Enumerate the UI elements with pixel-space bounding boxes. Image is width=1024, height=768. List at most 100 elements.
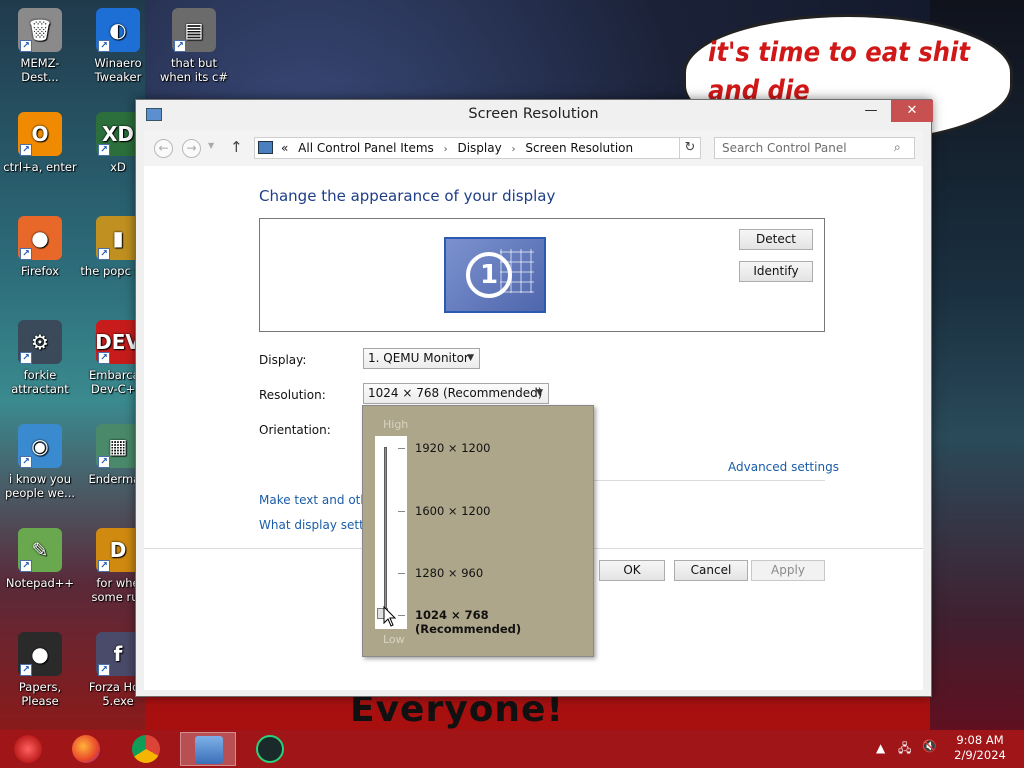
shortcut-arrow-icon: ↗ [98, 456, 110, 468]
desktop-icon-label: Papers, Please [18, 680, 62, 708]
clock-date: 2/9/2024 [954, 748, 1006, 762]
detect-button[interactable]: Detect [739, 229, 813, 250]
desktop-icon[interactable]: ✎ ↗ Notepad++ [2, 528, 78, 590]
u-app-icon [256, 735, 284, 763]
apply-button[interactable]: Apply [751, 560, 825, 581]
taskbar-firefox[interactable] [58, 732, 114, 766]
title-bar[interactable]: Screen Resolution — ✕ [136, 100, 933, 130]
desktop-icon[interactable]: O ↗ ctrl+a, enter [2, 112, 78, 174]
shortcut-icon: ▮ ↗ [96, 216, 140, 260]
resolution-option[interactable]: 1600 × 1200 [415, 504, 490, 518]
close-button[interactable]: ✕ [891, 100, 933, 122]
page-title: Change the appearance of your display [259, 187, 556, 205]
display-select-value: 1. QEMU Monitor [368, 351, 469, 365]
shortcut-arrow-icon: ↗ [174, 40, 186, 52]
breadcrumb-prefix[interactable]: « [281, 141, 288, 155]
breadcrumb-all-items[interactable]: All Control Panel Items [298, 141, 434, 155]
clock[interactable]: 9:08 AM 2/9/2024 [945, 733, 1015, 763]
shortcut-arrow-icon: ↗ [20, 248, 32, 260]
search-input[interactable]: Search Control Panel [714, 137, 915, 159]
chevron-right-icon: › [443, 144, 448, 155]
up-button[interactable]: ↑ [230, 138, 243, 156]
shortcut-icon: ⚙ ↗ [18, 320, 62, 364]
desktop-icon[interactable]: 🗑 ↗ MEMZ-Dest... [2, 8, 78, 84]
mouse-pointer-icon [383, 606, 397, 627]
control-panel-icon [195, 736, 223, 764]
shortcut-icon: f ↗ [96, 632, 140, 676]
desktop-icon-label: i know you people we... [4, 472, 76, 500]
shortcut-arrow-icon: ↗ [98, 248, 110, 260]
resolution-select[interactable]: 1024 × 768 (Recommended) ▼ [363, 383, 549, 404]
ok-button[interactable]: OK [599, 560, 665, 581]
shortcut-arrow-icon: ↗ [98, 40, 110, 52]
shortcut-icon: ● ↗ [18, 632, 62, 676]
resolution-option[interactable]: 1280 × 960 [415, 566, 483, 580]
resolution-option-selected[interactable]: 1024 × 768 (Recommended) [415, 608, 593, 636]
taskbar-app-u[interactable] [242, 732, 298, 766]
back-button[interactable]: ← [154, 139, 173, 158]
identify-button[interactable]: Identify [739, 261, 813, 282]
taskbar-control-panel[interactable] [180, 732, 236, 766]
desktop-icon[interactable]: ● ↗ Firefox [2, 216, 78, 278]
refresh-button[interactable]: ↻ [679, 137, 701, 159]
desktop-icon-label: that but when its c# [159, 56, 229, 84]
search-icon[interactable]: ⌕ [894, 140, 901, 155]
taskbar: ▲ 🖧 🔇 9:08 AM 2/9/2024 [0, 730, 1024, 768]
volume-muted-icon[interactable]: 🔇 [922, 739, 937, 753]
breadcrumb-display[interactable]: Display [457, 141, 501, 155]
desktop-icon-label: ctrl+a, enter [3, 160, 77, 174]
slider-high-label: High [383, 418, 409, 431]
taskbar-chrome[interactable] [118, 732, 174, 766]
shortcut-arrow-icon: ↗ [20, 664, 32, 676]
show-hidden-icons-icon[interactable]: ▲ [876, 741, 885, 755]
address-bar[interactable]: « All Control Panel Items › Display › Sc… [254, 137, 700, 159]
shortcut-icon: ▦ ↗ [96, 424, 140, 468]
slider-tick [398, 615, 405, 616]
desktop-icon[interactable]: ◉ ↗ i know you people we... [2, 424, 78, 500]
desktop-icon[interactable]: ● ↗ Papers, Please [2, 632, 78, 708]
start-orb-icon [14, 735, 42, 763]
resolution-slider-popup: High 1920 × 1200 1600 × 1200 1280 × 960 … [362, 405, 594, 657]
chevron-down-icon: ▼ [536, 388, 543, 398]
shortcut-arrow-icon: ↗ [98, 352, 110, 364]
shortcut-icon: O ↗ [18, 112, 62, 156]
shortcut-icon: ◐ ↗ [96, 8, 140, 52]
display-select[interactable]: 1. QEMU Monitor ▼ [363, 348, 480, 369]
slider-tick [398, 448, 405, 449]
slider-tick [398, 573, 405, 574]
desktop-icon-label: Notepad++ [5, 576, 75, 590]
chevron-down-icon: ▼ [467, 353, 474, 363]
desktop-icon[interactable]: ▤ ↗ that but when its c# [156, 8, 232, 84]
desktop-icon[interactable]: ◐ ↗ Winaero Tweaker [80, 8, 156, 84]
maximize-button[interactable] [864, 100, 894, 122]
shortcut-arrow-icon: ↗ [20, 144, 32, 156]
cancel-button[interactable]: Cancel [674, 560, 748, 581]
start-button[interactable] [0, 732, 56, 766]
resolution-slider-track[interactable] [384, 447, 387, 615]
shortcut-icon: DEV ↗ [95, 320, 141, 364]
shortcut-arrow-icon: ↗ [20, 40, 32, 52]
shortcut-arrow-icon: ↗ [20, 352, 32, 364]
firefox-icon [72, 735, 100, 763]
shortcut-icon: ✎ ↗ [18, 528, 62, 572]
desktop-icon-label: MEMZ-Dest... [20, 56, 60, 84]
forward-button[interactable]: → [182, 139, 201, 158]
shortcut-arrow-icon: ↗ [98, 664, 110, 676]
clock-time: 9:08 AM [956, 733, 1004, 747]
network-icon[interactable]: 🖧 [898, 739, 911, 760]
shortcut-icon: 🗑 ↗ [18, 8, 62, 52]
recent-pages-chevron-icon[interactable]: ▼ [208, 141, 214, 150]
chevron-right-icon: › [511, 144, 516, 155]
monitor-preview-area: 1 Detect Identify [259, 218, 825, 332]
shortcut-arrow-icon: ↗ [20, 456, 32, 468]
resolution-select-value: 1024 × 768 (Recommended) [368, 386, 543, 400]
breadcrumb: « All Control Panel Items › Display › Sc… [281, 138, 633, 160]
desktop-icon[interactable]: ⚙ ↗ forkie attractant [2, 320, 78, 396]
monitor-1-tile[interactable]: 1 [444, 237, 546, 313]
shortcut-arrow-icon: ↗ [20, 560, 32, 572]
resolution-option[interactable]: 1920 × 1200 [415, 441, 490, 455]
monitor-icon [258, 141, 273, 154]
display-label: Display: [259, 353, 307, 367]
breadcrumb-screen-resolution[interactable]: Screen Resolution [525, 141, 633, 155]
advanced-settings-link[interactable]: Advanced settings [728, 460, 839, 474]
